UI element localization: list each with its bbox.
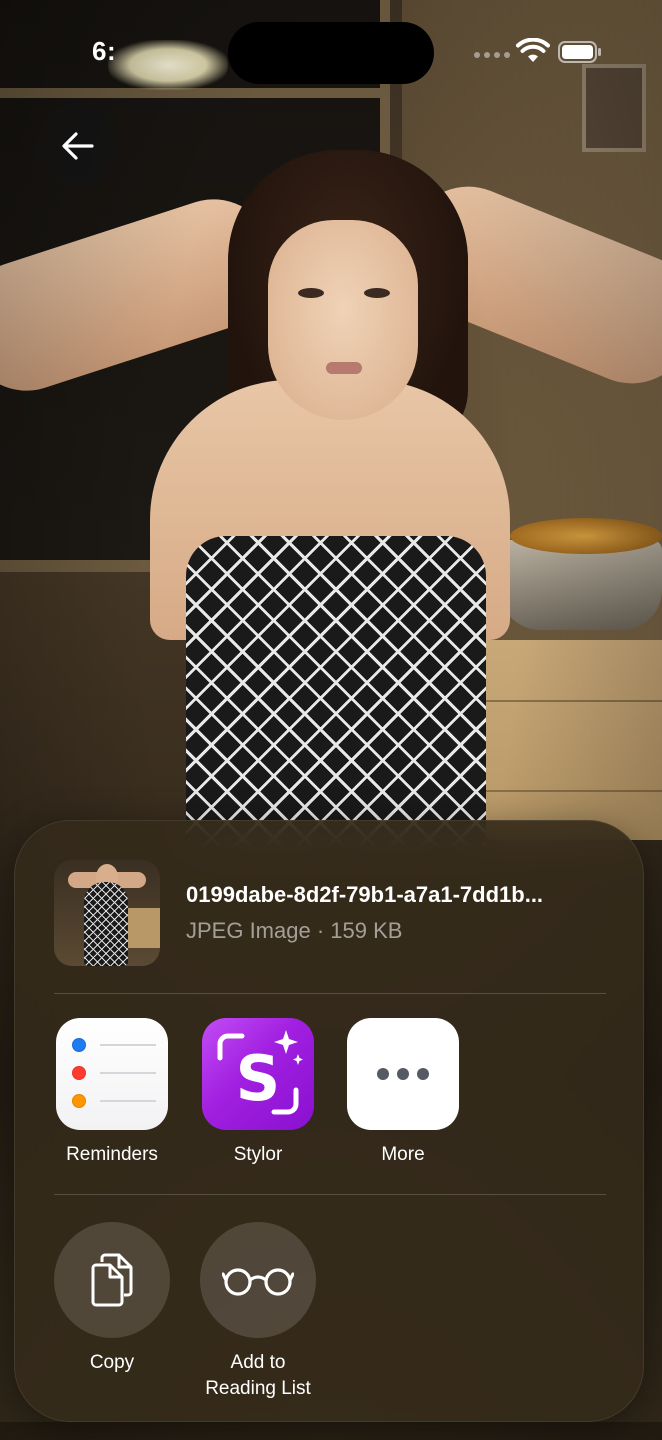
file-meta: JPEG Image · 159 KB — [186, 918, 403, 943]
battery-icon — [558, 41, 601, 63]
glasses-icon — [222, 1268, 294, 1296]
dynamic-island — [228, 22, 434, 84]
svg-text:S: S — [236, 1042, 281, 1115]
copy-icon — [91, 1253, 133, 1307]
arrow-left-icon — [62, 132, 94, 160]
wifi-icon — [516, 38, 550, 62]
action-label-copy: Copy — [89, 1352, 135, 1373]
stylor-app-icon: S — [202, 1018, 314, 1130]
action-copy[interactable]: Copy — [54, 1222, 170, 1376]
back-button[interactable] — [36, 104, 120, 188]
action-label-reading-list: Add to Reading List — [205, 1352, 311, 1399]
more-icon — [347, 1018, 459, 1130]
share-app-reminders[interactable]: Reminders — [56, 1018, 168, 1166]
app-label-reminders: Reminders — [66, 1144, 158, 1165]
app-label-more: More — [381, 1144, 425, 1165]
action-add-to-reading-list[interactable]: Add to Reading List — [200, 1222, 316, 1402]
file-name: 0199dabe-8d2f-79b1-a7a1-7dd1b... — [186, 882, 544, 907]
file-thumbnail — [54, 860, 160, 966]
app-label-stylor: Stylor — [233, 1144, 283, 1165]
share-app-stylor[interactable]: S Stylor — [202, 1018, 314, 1166]
share-app-more[interactable]: More — [347, 1018, 459, 1166]
divider — [54, 1194, 606, 1195]
cellular-signal-icon — [474, 52, 510, 60]
divider — [54, 993, 606, 994]
share-sheet: 0199dabe-8d2f-79b1-a7a1-7dd1b... JPEG Im… — [14, 820, 644, 1422]
status-time: 6: — [92, 36, 117, 66]
reminders-app-icon — [56, 1018, 168, 1130]
bottom-edge — [0, 1422, 662, 1440]
